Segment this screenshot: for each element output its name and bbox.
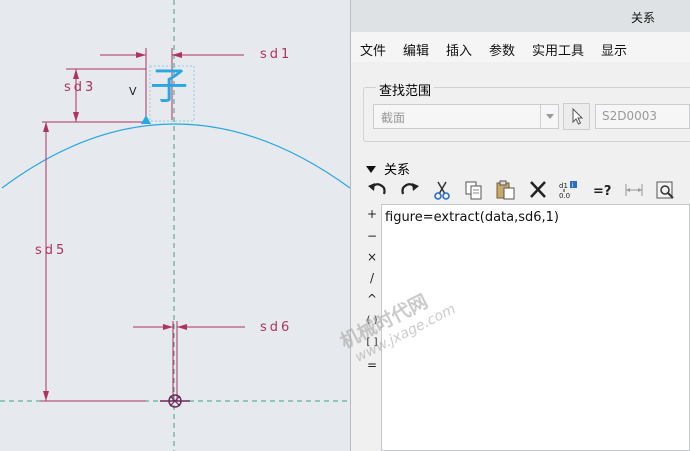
dialog-title: 关系: [630, 11, 655, 25]
relations-section-label: 关系: [384, 163, 411, 178]
copy-icon[interactable]: [462, 179, 486, 201]
redo-icon[interactable]: [397, 179, 421, 201]
evaluate-icon[interactable]: =?: [590, 179, 614, 201]
switch-dimensions-icon[interactable]: d1 i 0.0: [557, 179, 581, 201]
delete-icon[interactable]: [526, 179, 550, 201]
sort-relations-icon[interactable]: [654, 179, 678, 201]
sketch-text-glyph[interactable]: 子: [150, 64, 188, 108]
scope-type-value: 截面: [381, 111, 406, 125]
paste-icon[interactable]: [494, 179, 518, 201]
svg-text:d1: d1: [559, 182, 568, 190]
dim-label-sd1[interactable]: sd1: [260, 47, 292, 62]
scope-type-dropdown[interactable]: 截面: [373, 104, 559, 129]
sketch-name-value: S2D0003: [602, 109, 658, 123]
insert-power-operator[interactable]: ^: [365, 292, 379, 306]
sketch-canvas[interactable]: sd1 sd3 sd5 sd6 V 子: [0, 0, 350, 451]
select-pointer-button[interactable]: [563, 103, 590, 130]
insert-multiply-operator[interactable]: ×: [365, 250, 379, 264]
chevron-down-icon[interactable]: [540, 105, 558, 128]
undo-icon[interactable]: [366, 179, 390, 201]
relations-section-header[interactable]: 关系: [366, 159, 410, 178]
dim-label-sd3[interactable]: sd3: [64, 80, 96, 95]
menu-edit[interactable]: 编辑: [403, 40, 429, 59]
insert-divide-operator[interactable]: /: [365, 271, 379, 285]
dim-label-sd6[interactable]: sd6: [260, 320, 292, 335]
insert-plus-operator[interactable]: +: [365, 207, 379, 221]
menu-insert[interactable]: 插入: [446, 40, 472, 59]
menu-utilities[interactable]: 实用工具: [532, 40, 584, 59]
svg-text:0.0: 0.0: [559, 192, 570, 200]
svg-text:=?: =?: [593, 184, 611, 199]
insert-dimension-icon[interactable]: [622, 179, 646, 201]
menu-bar: 文件 编辑 插入 参数 实用工具 显示: [351, 32, 690, 62]
dialog-titlebar[interactable]: 关系: [351, 0, 690, 32]
menu-parameters[interactable]: 参数: [489, 40, 515, 59]
relation-line[interactable]: figure=extract(data,sd6,1): [385, 210, 559, 225]
vertex-symbol: V: [129, 85, 137, 98]
cut-icon[interactable]: [430, 179, 454, 201]
scope-label: 查找范围: [376, 80, 435, 99]
collapse-triangle-icon[interactable]: [366, 166, 376, 173]
menu-display[interactable]: 显示: [601, 40, 627, 59]
menu-file[interactable]: 文件: [360, 40, 386, 59]
sketch-arc: [1, 123, 350, 189]
cursor-arrow-icon: [572, 107, 584, 125]
sketch-name-field[interactable]: S2D0003: [595, 104, 690, 129]
insert-minus-operator[interactable]: −: [365, 229, 379, 243]
dim-label-sd5[interactable]: sd5: [35, 243, 67, 258]
